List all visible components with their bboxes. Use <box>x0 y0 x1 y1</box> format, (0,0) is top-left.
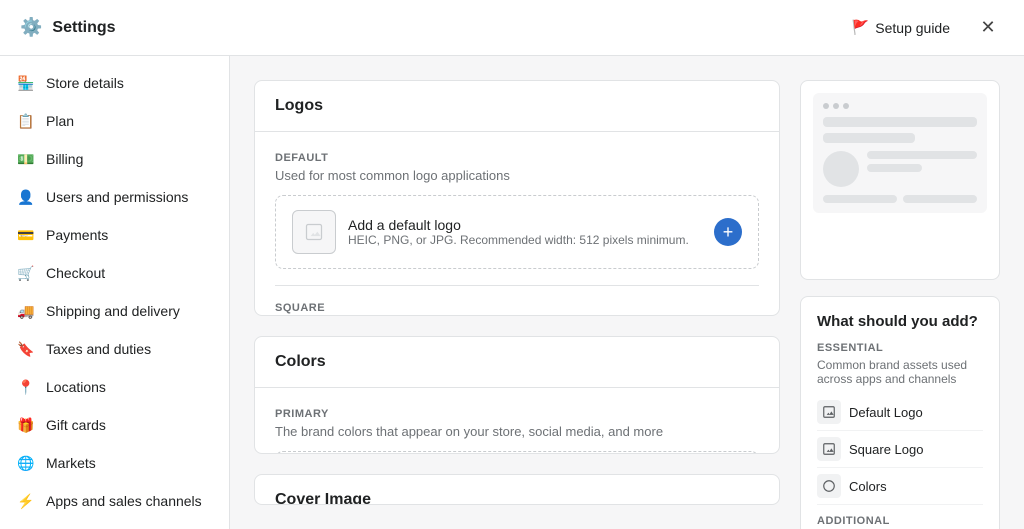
sidebar-item-billing[interactable]: 💵 Billing <box>0 140 229 178</box>
essential-section-label: ESSENTIAL <box>817 342 983 354</box>
modal-header-right: 🚩 Setup guide ✕ <box>842 12 1004 44</box>
primary-section-label: PRIMARY <box>275 408 759 420</box>
what-add-square-logo[interactable]: Square Logo <box>817 431 983 468</box>
brand-preview-card <box>800 80 1000 280</box>
colors-card: Colors PRIMARY The brand colors that app… <box>254 336 780 455</box>
preview-window <box>813 93 987 213</box>
default-logo-text: Add a default logo HEIC, PNG, or JPG. Re… <box>348 217 702 247</box>
close-button[interactable]: ✕ <box>972 12 1004 44</box>
colors-card-body: PRIMARY The brand colors that appear on … <box>255 388 779 455</box>
sidebar-item-users-and-permissions[interactable]: 👤 Users and permissions <box>0 178 229 216</box>
default-section-desc: Used for most common logo applications <box>275 168 759 183</box>
preview-btn-1 <box>823 195 897 203</box>
checkout-icon: 🛒 <box>16 263 36 283</box>
preview-dot-2 <box>833 103 839 109</box>
preview-btn-2 <box>903 195 977 203</box>
preview-line-2 <box>867 164 922 172</box>
main-content: Logos DEFAULT Used for most common logo … <box>230 56 1024 529</box>
default-logo-item-label: Default Logo <box>849 405 923 420</box>
shipping-icon: 🚚 <box>16 301 36 321</box>
sidebar-item-apps-and-sales-channels[interactable]: ⚡ Apps and sales channels <box>0 482 229 520</box>
preview-line-1 <box>867 151 977 159</box>
what-add-colors[interactable]: Colors <box>817 468 983 505</box>
modal-body: 🏪 Store details 📋 Plan 💵 Billing 👤 Users… <box>0 56 1024 529</box>
preview-dot-3 <box>843 103 849 109</box>
store-icon: 🏪 <box>16 73 36 93</box>
preview-dot-1 <box>823 103 829 109</box>
logos-card-header: Logos <box>255 81 779 132</box>
preview-bar-2 <box>823 133 915 143</box>
colors-item-icon <box>817 474 841 498</box>
what-add-default-logo[interactable]: Default Logo <box>817 394 983 431</box>
default-section-label: DEFAULT <box>275 152 759 164</box>
settings-gear-icon: ⚙️ <box>20 17 42 38</box>
markets-icon: 🌐 <box>16 453 36 473</box>
sidebar-item-checkout[interactable]: 🛒 Checkout <box>0 254 229 292</box>
flag-icon: 🚩 <box>852 19 869 36</box>
logos-card-body: DEFAULT Used for most common logo applic… <box>255 132 779 316</box>
right-panel: What should you add? ESSENTIAL Common br… <box>800 80 1000 505</box>
preview-btn-row <box>823 195 977 203</box>
sidebar-item-domains[interactable]: 🌐 Domains <box>0 520 229 529</box>
additional-section-label: ADDITIONAL <box>817 515 983 527</box>
sidebar-item-store-details[interactable]: 🏪 Store details <box>0 64 229 102</box>
locations-icon: 📍 <box>16 377 36 397</box>
cover-image-card: Cover Image <box>254 474 780 505</box>
square-logo-item-label: Square Logo <box>849 442 923 457</box>
primary-section-desc: The brand colors that appear on your sto… <box>275 424 759 439</box>
sidebar-item-shipping-and-delivery[interactable]: 🚚 Shipping and delivery <box>0 292 229 330</box>
apps-icon: ⚡ <box>16 491 36 511</box>
preview-bar-1 <box>823 117 977 127</box>
default-logo-item-icon <box>817 400 841 424</box>
divider-1 <box>275 285 759 286</box>
default-logo-upload[interactable]: Add a default logo HEIC, PNG, or JPG. Re… <box>275 195 759 269</box>
preview-avatar <box>823 151 859 187</box>
square-logo-item-icon <box>817 437 841 461</box>
sidebar-item-plan[interactable]: 📋 Plan <box>0 102 229 140</box>
taxes-icon: 🔖 <box>16 339 36 359</box>
payments-icon: 💳 <box>16 225 36 245</box>
preview-dots <box>823 103 977 109</box>
gift-icon: 🎁 <box>16 415 36 435</box>
users-icon: 👤 <box>16 187 36 207</box>
setup-guide-button[interactable]: 🚩 Setup guide <box>842 13 960 42</box>
sidebar-item-payments[interactable]: 💳 Payments <box>0 216 229 254</box>
preview-lines <box>867 151 977 187</box>
sidebar-item-locations[interactable]: 📍 Locations <box>0 368 229 406</box>
logos-card: Logos DEFAULT Used for most common logo … <box>254 80 780 316</box>
settings-modal: ⚙️ Settings 🚩 Setup guide ✕ 🏪 Store deta… <box>0 0 1024 529</box>
what-add-card: What should you add? ESSENTIAL Common br… <box>800 296 1000 529</box>
essential-desc: Common brand assets used across apps and… <box>817 358 983 386</box>
modal-title: Settings <box>52 19 115 37</box>
square-section-label: SQUARE <box>275 302 759 314</box>
modal-header: ⚙️ Settings 🚩 Setup guide ✕ <box>0 0 1024 56</box>
colors-card-header: Colors <box>255 337 779 388</box>
default-logo-icon-box <box>292 210 336 254</box>
add-default-logo-button[interactable]: + <box>714 218 742 246</box>
what-add-title: What should you add? <box>817 313 983 330</box>
add-primary-color-row[interactable]: Add a primary color + <box>275 451 759 455</box>
sidebar: 🏪 Store details 📋 Plan 💵 Billing 👤 Users… <box>0 56 230 529</box>
cover-image-card-header: Cover Image <box>255 475 779 505</box>
plan-icon: 📋 <box>16 111 36 131</box>
sidebar-item-gift-cards[interactable]: 🎁 Gift cards <box>0 406 229 444</box>
sidebar-item-markets[interactable]: 🌐 Markets <box>0 444 229 482</box>
preview-body <box>823 151 977 187</box>
billing-icon: 💵 <box>16 149 36 169</box>
content-area: Logos DEFAULT Used for most common logo … <box>254 80 780 505</box>
sidebar-item-taxes-and-duties[interactable]: 🔖 Taxes and duties <box>0 330 229 368</box>
colors-item-label: Colors <box>849 479 887 494</box>
